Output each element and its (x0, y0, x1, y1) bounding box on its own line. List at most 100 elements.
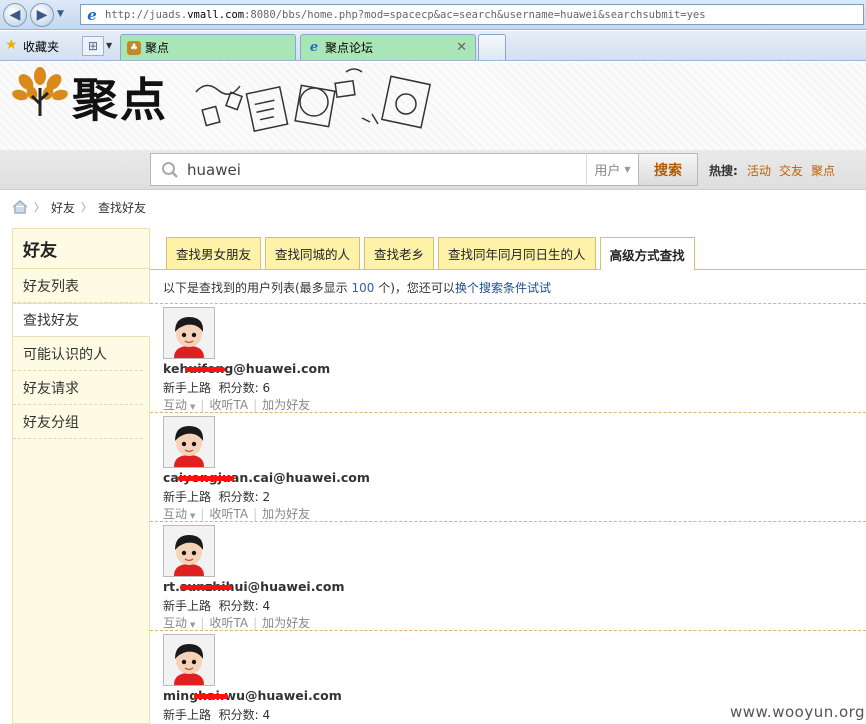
user-meta: 新手上路 积分数: 2 (163, 488, 270, 505)
user-points: 4 (262, 708, 271, 722)
logo-tree-icon[interactable] (12, 66, 68, 118)
follow-button[interactable]: 收听TA (209, 396, 248, 413)
sidebar-item-people-you-may-know[interactable]: 可能认识的人 (13, 337, 143, 371)
avatar[interactable] (163, 416, 215, 468)
hot-link-activity[interactable]: 活动 (747, 162, 771, 179)
result-notice: 以下是查找到的用户列表(最多显示 100 个)，您还可以换个搜索条件试试 (163, 279, 551, 296)
add-friend-button[interactable]: 加为好友 (262, 505, 310, 522)
address-bar[interactable]: e http://juads.vmall.com:8080/bbs/home.p… (80, 4, 864, 25)
search-type-tabs: 查找男女朋友 查找同城的人 查找老乡 查找同年同月同日生的人 高级方式查找 (166, 237, 699, 270)
follow-button[interactable]: 收听TA (209, 505, 248, 522)
breadcrumb-separator: 〉 (34, 201, 45, 214)
address-url[interactable]: http://juads.vmall.com:8080/bbs/home.php… (105, 9, 706, 21)
user-actions: 互动 ▼ | 收听TA | 加为好友 (163, 505, 310, 522)
home-icon[interactable] (12, 200, 28, 214)
hot-link-judian[interactable]: 聚点 (811, 162, 835, 179)
breadcrumb-separator: 〉 (81, 201, 93, 214)
default-avatar-icon (164, 308, 214, 358)
tab-list-dropdown-icon[interactable]: ▼ (106, 41, 112, 50)
sidebar-item-friend-list[interactable]: 好友列表 (13, 269, 143, 303)
tab-advanced-search[interactable]: 高级方式查找 (599, 237, 695, 270)
avatar[interactable] (163, 634, 215, 686)
arrow-left-icon: ◀ (9, 7, 21, 23)
browser-tab-judian[interactable]: ♣ 聚点 (120, 34, 296, 60)
user-points: 2 (262, 490, 271, 504)
site-logo[interactable]: 聚点 (72, 64, 168, 130)
friends-sidebar: 好友 好友列表 查找好友 可能认识的人 好友请求 好友分组 (12, 228, 150, 724)
add-friend-button[interactable]: 加为好友 (262, 614, 310, 631)
notice-unit: 个)，您还可以 (378, 281, 455, 295)
search-scope-label: 用户 (594, 164, 621, 179)
chevron-down-icon: ▼ (190, 512, 196, 520)
user-level: 新手上路 (163, 599, 212, 613)
user-card: kehuifeng@huawei.com 新手上路 积分数: 6 互动 ▼ | 收… (150, 303, 866, 412)
redaction-mark (185, 367, 225, 372)
tab-find-same-city[interactable]: 查找同城的人 (265, 237, 361, 269)
interact-dropdown[interactable]: 互动 ▼ (163, 614, 195, 631)
search-scope-select[interactable]: 用户 ▼ (586, 153, 638, 186)
avatar[interactable] (163, 525, 215, 577)
search-icon (162, 161, 178, 178)
browser-tabstrip: ★ 收藏夹 ⊞ ▼ ♣ 聚点 e 聚点论坛 ✕ (0, 31, 866, 61)
search-box (150, 153, 638, 186)
browser-toolbar: ◀ ▶ ▼ e http://juads.vmall.com:8080/bbs/… (0, 0, 866, 30)
default-avatar-icon (164, 635, 214, 685)
browser-tab-label: 聚点论坛 (325, 41, 374, 55)
history-dropdown-icon[interactable]: ▼ (57, 9, 64, 19)
hot-link-dating[interactable]: 交友 (779, 162, 803, 179)
close-tab-icon[interactable]: ✕ (456, 40, 467, 55)
chevron-down-icon: ▼ (624, 165, 631, 174)
favorites-star-icon[interactable]: ★ (5, 37, 18, 53)
back-button[interactable]: ◀ (3, 3, 27, 27)
breadcrumb-friends[interactable]: 好友 (51, 199, 75, 216)
hot-search-label: 热搜: (709, 164, 738, 178)
default-avatar-icon (164, 417, 214, 467)
action-separator: | (200, 397, 205, 412)
user-meta: 新手上路 积分数: 4 (163, 706, 270, 723)
notice-count: 100 (351, 281, 375, 295)
new-tab-button[interactable] (478, 34, 506, 60)
interact-dropdown[interactable]: 互动 ▼ (163, 505, 195, 522)
user-card: rt.sunzhihui@huawei.com 新手上路 积分数: 4 互动 ▼ … (150, 521, 866, 630)
points-label: 积分数: (218, 381, 259, 395)
user-email[interactable]: minghai.wu@huawei.com (163, 688, 342, 703)
tabs-underline (150, 269, 866, 270)
user-level: 新手上路 (163, 708, 212, 722)
browser-tab-forum[interactable]: e 聚点论坛 ✕ (300, 34, 476, 60)
user-actions: 互动 ▼ | 收听TA | 加为好友 (163, 396, 310, 413)
interact-dropdown[interactable]: 互动 ▼ (163, 396, 195, 413)
sidebar-item-find-friends[interactable]: 查找好友 (13, 303, 150, 337)
quick-tabs-button[interactable]: ⊞ (82, 36, 104, 56)
breadcrumb-find-friends: 查找好友 (98, 200, 147, 215)
sidebar-item-friend-groups[interactable]: 好友分组 (13, 405, 143, 439)
tab-find-hometown[interactable]: 查找老乡 (364, 237, 435, 269)
search-button[interactable]: 搜索 (638, 153, 698, 186)
tab-find-partner[interactable]: 查找男女朋友 (166, 237, 262, 269)
favorites-button[interactable]: 收藏夹 (23, 38, 59, 55)
avatar[interactable] (163, 307, 215, 359)
search-band: 用户▼ 搜索 热搜: 活动 交友 聚点 (0, 150, 866, 190)
user-meta: 新手上路 积分数: 4 (163, 597, 270, 614)
forward-button[interactable]: ▶ (30, 3, 54, 27)
search-input[interactable] (187, 160, 587, 179)
sidebar-item-friend-requests[interactable]: 好友请求 (13, 371, 143, 405)
site-favicon-icon: ♣ (127, 40, 141, 55)
breadcrumb: 〉 好友 〉 查找好友 (0, 196, 866, 218)
points-label: 积分数: (218, 599, 259, 613)
add-friend-button[interactable]: 加为好友 (262, 396, 310, 413)
points-label: 积分数: (218, 708, 259, 722)
user-actions: 互动 ▼ | 收听TA | 加为好友 (163, 614, 310, 631)
redaction-mark (194, 694, 228, 699)
user-level: 新手上路 (163, 490, 212, 504)
action-separator: | (253, 397, 258, 412)
action-separator: | (253, 615, 258, 630)
points-label: 积分数: (218, 490, 259, 504)
tab-find-same-birthday[interactable]: 查找同年同月同日生的人 (438, 237, 596, 269)
browser-tab-label: 聚点 (145, 41, 170, 55)
follow-button[interactable]: 收听TA (209, 614, 248, 631)
user-meta: 新手上路 积分数: 6 (163, 379, 270, 396)
header-doodles (195, 68, 432, 133)
user-results-list: kehuifeng@huawei.com 新手上路 积分数: 6 互动 ▼ | 收… (150, 303, 866, 724)
grid-icon: ⊞ (87, 39, 99, 53)
change-search-link[interactable]: 换个搜索条件试试 (455, 281, 551, 295)
